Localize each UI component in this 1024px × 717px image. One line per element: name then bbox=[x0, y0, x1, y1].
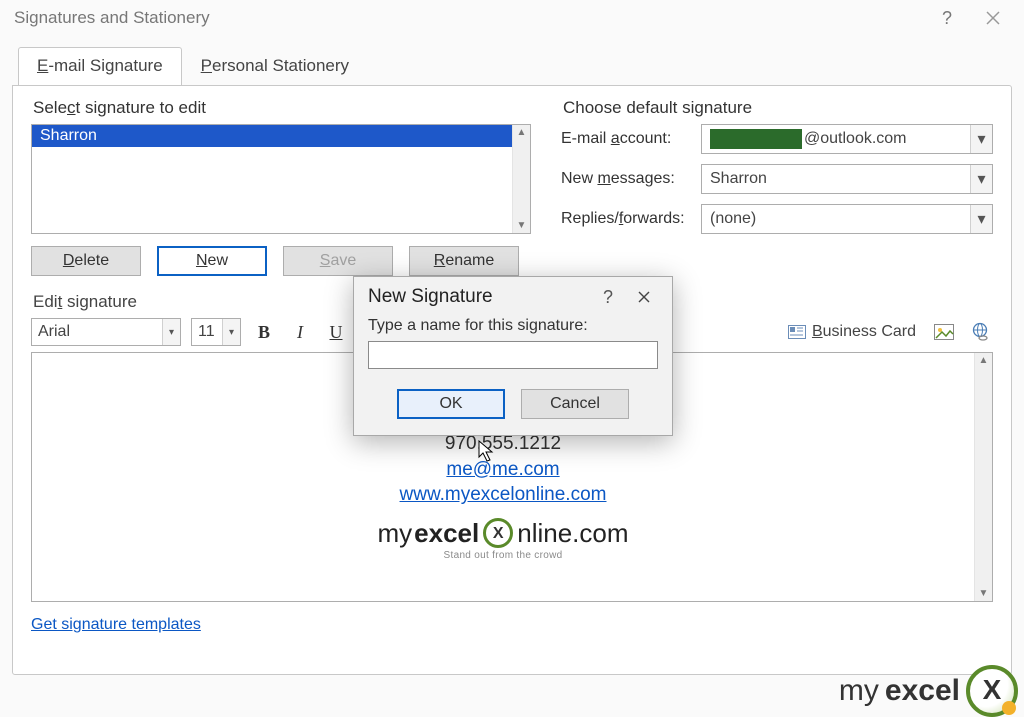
watermark-mark-icon: X bbox=[966, 665, 1018, 717]
save-button: Save bbox=[283, 246, 393, 276]
email-account-label: E-mail account: bbox=[561, 130, 691, 148]
editor-tagline: Stand out from the crowd bbox=[42, 549, 964, 563]
editor-logo: myexcel X nline.com bbox=[377, 516, 628, 551]
new-button[interactable]: New bbox=[157, 246, 267, 276]
new-messages-combo[interactable]: Sharron ▾ bbox=[701, 164, 993, 194]
scroll-up-icon[interactable]: ▲ bbox=[979, 355, 989, 366]
font-size-value: 11 bbox=[198, 323, 215, 341]
chevron-down-icon[interactable]: ▾ bbox=[222, 319, 240, 345]
signature-listbox[interactable]: Sharron ▲ ▼ bbox=[31, 124, 531, 234]
signatures-window: Signatures and Stationery ? E-mail Signa… bbox=[0, 0, 1024, 717]
cancel-button[interactable]: Cancel bbox=[521, 389, 629, 419]
window-title: Signatures and Stationery bbox=[14, 8, 210, 28]
bold-button[interactable]: B bbox=[251, 319, 277, 345]
delete-button[interactable]: Delete bbox=[31, 246, 141, 276]
chevron-down-icon[interactable]: ▾ bbox=[162, 319, 180, 345]
new-messages-value: Sharron bbox=[710, 170, 767, 188]
scroll-down-icon[interactable]: ▼ bbox=[979, 588, 989, 599]
tab-personal-stationery[interactable]: Personal Stationery bbox=[182, 47, 368, 86]
italic-button[interactable]: I bbox=[287, 319, 313, 345]
choose-default-label: Choose default signature bbox=[563, 98, 993, 118]
chevron-down-icon[interactable]: ▾ bbox=[970, 165, 992, 193]
dialog-close-button[interactable] bbox=[626, 282, 662, 312]
logo-right: nline.com bbox=[517, 516, 628, 551]
get-templates-link[interactable]: Get signature templates bbox=[31, 616, 201, 633]
replies-forwards-combo[interactable]: (none) ▾ bbox=[701, 204, 993, 234]
new-messages-label: New messages: bbox=[561, 170, 691, 188]
font-family-value: Arial bbox=[38, 323, 70, 341]
business-card-button[interactable]: Business Card bbox=[783, 320, 921, 344]
scroll-down-icon[interactable]: ▼ bbox=[517, 220, 527, 231]
business-card-icon bbox=[788, 325, 806, 339]
watermark-right: excel bbox=[885, 674, 960, 708]
underline-button[interactable]: U bbox=[323, 319, 349, 345]
replies-forwards-value: (none) bbox=[710, 210, 756, 228]
help-button[interactable]: ? bbox=[924, 2, 970, 34]
list-item[interactable]: Sharron bbox=[32, 125, 512, 147]
dialog-help-button[interactable]: ? bbox=[590, 282, 626, 312]
ok-button[interactable]: OK bbox=[397, 389, 505, 419]
titlebar: Signatures and Stationery ? bbox=[0, 0, 1024, 36]
watermark-logo: myexcel X bbox=[839, 665, 1018, 717]
editor-email-link[interactable]: me@me.com bbox=[446, 459, 559, 480]
chevron-down-icon[interactable]: ▾ bbox=[970, 125, 992, 153]
insert-hyperlink-button[interactable] bbox=[967, 319, 993, 345]
editor-url-link[interactable]: www.myexcelonline.com bbox=[400, 484, 607, 505]
logo-mark-icon: X bbox=[483, 518, 513, 548]
business-card-label: Business Card bbox=[812, 323, 916, 341]
tabstrip: E-mail Signature Personal Stationery bbox=[0, 46, 1024, 85]
dialog-prompt: Type a name for this signature: bbox=[368, 317, 658, 335]
signature-name-input[interactable] bbox=[368, 341, 658, 369]
email-account-value: @outlook.com bbox=[804, 130, 907, 148]
tab-email-signature[interactable]: E-mail Signature bbox=[18, 47, 182, 86]
watermark-left: my bbox=[839, 674, 879, 708]
dialog-title: New Signature bbox=[368, 286, 493, 308]
picture-icon bbox=[934, 324, 954, 340]
insert-picture-button[interactable] bbox=[931, 319, 957, 345]
replies-forwards-label: Replies/forwards: bbox=[561, 210, 691, 228]
select-signature-label: Select signature to edit bbox=[33, 98, 531, 118]
email-account-combo[interactable]: @outlook.com ▾ bbox=[701, 124, 993, 154]
chevron-down-icon[interactable]: ▾ bbox=[970, 205, 992, 233]
rename-button[interactable]: Rename bbox=[409, 246, 519, 276]
close-button[interactable] bbox=[970, 2, 1016, 34]
redacted-block bbox=[710, 129, 802, 149]
globe-link-icon bbox=[970, 322, 990, 342]
new-signature-dialog: New Signature ? Type a name for this sig… bbox=[353, 276, 673, 436]
scroll-up-icon[interactable]: ▲ bbox=[517, 127, 527, 138]
editor-scrollbar[interactable]: ▲ ▼ bbox=[974, 353, 992, 601]
font-family-combo[interactable]: Arial ▾ bbox=[31, 318, 181, 346]
font-size-combo[interactable]: 11 ▾ bbox=[191, 318, 241, 346]
listbox-scrollbar[interactable]: ▲ ▼ bbox=[512, 125, 530, 233]
